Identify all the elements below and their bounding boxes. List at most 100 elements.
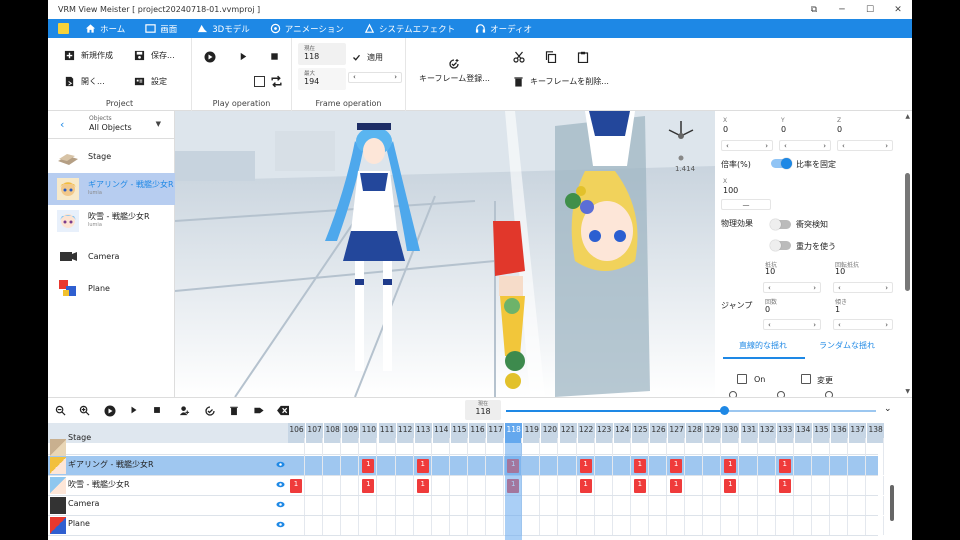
menu-audio[interactable]: オーディオ [465,23,542,35]
timeline-cell[interactable]: 1 [722,456,740,475]
on-checkbox[interactable] [737,374,747,384]
timeline-cell[interactable] [759,476,776,495]
timeline-cell[interactable] [650,438,667,457]
keyframe-marker[interactable]: 1 [633,459,646,473]
timeline-cell[interactable] [578,438,595,457]
position-x-value[interactable]: 0 [723,125,728,134]
slope-value[interactable]: 1 [835,305,840,314]
timeline-cell[interactable] [578,516,595,535]
scroll-up-icon[interactable]: ▲ [905,113,910,120]
timeline-cell[interactable] [469,476,486,495]
collision-toggle[interactable] [770,219,791,230]
timeline-cell[interactable]: 1 [360,476,378,495]
timeline-cell[interactable] [650,516,667,535]
timeline-cell[interactable] [831,456,848,475]
clear-icon[interactable] [277,405,289,417]
timeline-cell[interactable] [560,438,577,457]
timeline-cell[interactable] [813,516,830,535]
timeline-cell[interactable] [596,496,613,515]
timeline-cell[interactable] [614,476,631,495]
timeline-cell[interactable] [487,496,505,515]
chevron-left-icon[interactable]: ‹ [60,118,64,131]
timeline-cell[interactable] [650,476,667,495]
timeline-cell[interactable] [360,438,378,457]
times-value[interactable]: 0 [765,305,770,314]
position-z-stepper[interactable]: ‹ › [837,140,893,151]
timeline-cell[interactable] [523,496,541,515]
scale-x-value[interactable]: 100 [723,186,738,195]
timeline-cell[interactable]: 1 [415,476,432,495]
tab-linear-shake[interactable]: 直線的な揺れ [739,340,787,351]
minimize-button[interactable]: ─ [828,5,856,15]
trash-icon[interactable] [228,405,240,417]
timeline-cell[interactable] [741,516,758,535]
timeline-row-fubuki[interactable]: 吹雪 - 戦艦少女R111111111 [48,476,885,496]
cut-button[interactable] [513,51,525,63]
timeline-cell[interactable] [614,438,631,457]
timeline-cell[interactable] [867,476,885,495]
timeline-cell[interactable] [795,476,812,495]
resist-stepper[interactable]: ‹ › [763,282,821,293]
timeline-cell[interactable] [397,476,414,495]
position-y-stepper[interactable]: ‹ › [779,140,831,151]
timeline-cell[interactable] [722,438,740,457]
timeline-cell[interactable] [469,516,486,535]
keep-ratio-toggle[interactable] [771,158,792,169]
timeline-cell[interactable] [397,438,414,457]
minus-icon[interactable]: — [743,201,750,209]
timeline-cell[interactable] [704,496,722,515]
stop-icon[interactable] [151,405,163,417]
timeline-cell[interactable] [324,438,342,457]
timeline-cell[interactable] [324,516,342,535]
timeline-cell[interactable] [614,496,631,515]
chevron-right-icon[interactable]: › [394,73,397,82]
timeline-cell[interactable] [686,496,704,515]
timeline-cell[interactable] [306,476,324,495]
timeline-cell[interactable] [560,476,577,495]
timeline-cell[interactable] [632,496,649,515]
timeline-cell[interactable] [379,438,396,457]
current-frame-field[interactable]: 現在 118 [298,43,346,65]
timeline-cell[interactable] [541,476,559,495]
timeline-cell[interactable] [560,496,577,515]
timeline-cell[interactable] [849,516,867,535]
timeline-cell[interactable]: 1 [360,456,378,475]
rot-resist-stepper[interactable]: ‹ › [833,282,893,293]
timeline-cell[interactable] [324,476,342,495]
eye-icon[interactable] [276,481,285,488]
timeline-cell[interactable] [379,516,396,535]
timeline-cell[interactable] [487,438,505,457]
timeline-cell[interactable] [288,438,305,457]
timeline-row-stage[interactable]: Stage [48,433,885,457]
timeline-cell[interactable] [813,476,830,495]
timeline-cell[interactable]: 1 [722,476,740,495]
timeline-cell[interactable] [867,438,885,457]
timeline-cell[interactable] [650,496,667,515]
menu-system-effect[interactable]: システムエフェクト [354,23,465,35]
play-circle-button[interactable] [204,51,216,63]
gravity-toggle[interactable] [770,240,791,251]
object-item-stage[interactable]: Stage [48,139,175,173]
timeline-cell[interactable] [397,456,414,475]
chevron-left-icon[interactable]: ‹ [353,73,356,82]
timeline-cell[interactable] [560,456,577,475]
timeline-cell[interactable] [632,516,649,535]
eye-icon[interactable] [276,521,285,528]
times-stepper[interactable]: ‹ › [763,319,821,330]
timeline-cell[interactable]: 1 [777,456,794,475]
timeline-cell[interactable] [523,456,541,475]
save-button[interactable]: 保存... [134,50,175,61]
timeline-cell[interactable] [795,456,812,475]
paste-button[interactable] [577,51,589,63]
timeline-cell[interactable]: 1 [668,476,686,495]
timeline-cell[interactable]: 1 [668,456,686,475]
timeline-cell[interactable] [614,456,631,475]
timeline-cell[interactable] [288,496,305,515]
add-keyframe-icon[interactable] [204,405,216,417]
timeline-cell[interactable] [831,438,848,457]
timeline-cell[interactable]: 1 [578,456,595,475]
timeline-cell[interactable] [433,438,450,457]
scroll-down-icon[interactable]: ▼ [905,388,910,395]
timeline-cell[interactable] [867,456,885,475]
object-item-gearing[interactable]: ギアリング - 戦艦少女R lumia [48,173,175,205]
